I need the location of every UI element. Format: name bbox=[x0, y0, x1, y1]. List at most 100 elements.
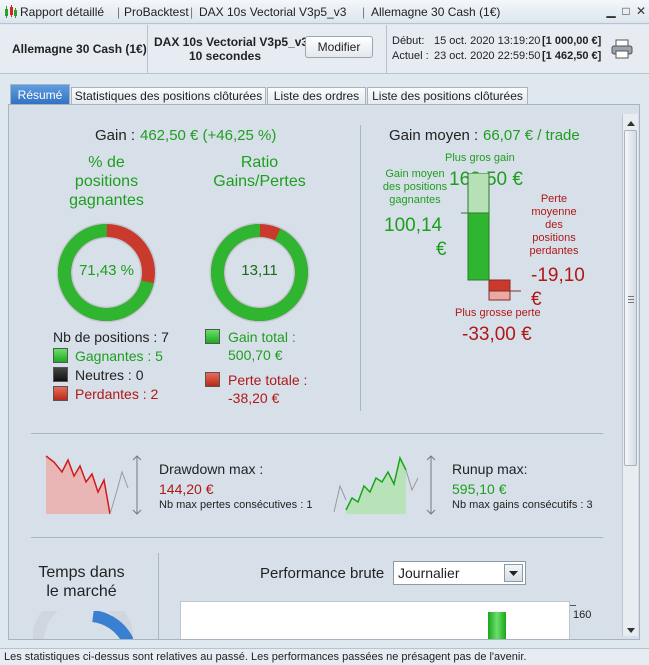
vertical-scrollbar[interactable] bbox=[622, 114, 638, 636]
title-separator: | bbox=[190, 5, 194, 19]
start-value: [1 000,00 €] bbox=[542, 35, 602, 47]
report-header: Allemagne 30 Cash (1€) DAX 10s Vectorial… bbox=[0, 25, 649, 74]
title-separator: | bbox=[117, 5, 121, 19]
tab-closed-positions-stats[interactable]: Statistiques des positions clôturées bbox=[71, 87, 266, 105]
runup-sparkline bbox=[333, 455, 436, 515]
runup-value: 595,10 € bbox=[452, 481, 507, 497]
candlestick-chart-icon bbox=[5, 5, 17, 18]
tab-orders-list[interactable]: Liste des ordres bbox=[267, 87, 366, 105]
market-time-title-line: le marché bbox=[46, 583, 117, 600]
winning-pct-value: 71,43 % bbox=[78, 262, 135, 279]
winning-pct-title-line: positions bbox=[74, 173, 139, 190]
current-value: [1 462,50 €] bbox=[542, 50, 602, 62]
scroll-thumb[interactable] bbox=[624, 130, 637, 466]
avg-loss-label-line: perdantes bbox=[529, 245, 579, 257]
runup-consecutive-gains: Nb max gains consécutifs : 3 bbox=[452, 499, 593, 511]
tab-closed-positions-list[interactable]: Liste des positions clôturées bbox=[367, 87, 528, 105]
avg-win-label: Gain moyen des positions gagnantes bbox=[375, 168, 455, 207]
avg-win-bar bbox=[467, 212, 490, 281]
biggest-loss-value: -33,00 € bbox=[462, 324, 532, 345]
strategy-cell: DAX 10s Vectorial V3p5_v3 10 secondes Mo… bbox=[148, 25, 387, 74]
chevron-down-icon[interactable] bbox=[504, 564, 523, 582]
start-date: 15 oct. 2020 13:19:20 bbox=[434, 35, 541, 47]
scroll-up-icon[interactable] bbox=[626, 116, 635, 126]
avg-loss-value: -19,10 bbox=[531, 265, 585, 286]
losers-count: Perdantes : 2 bbox=[75, 386, 159, 402]
maximize-icon[interactable]: □ bbox=[619, 4, 633, 18]
neutral-count: Neutres : 0 bbox=[75, 367, 144, 383]
strategy-timeframe: 10 secondes bbox=[188, 49, 262, 63]
total-loss-label: Perte totale : bbox=[228, 372, 308, 388]
title-segment-report: Rapport détaillé bbox=[20, 5, 105, 19]
section-divider bbox=[158, 553, 159, 639]
avg-loss-label-line: positions bbox=[532, 232, 576, 244]
title-separator: | bbox=[362, 5, 366, 19]
ratio-title-line: Gains/Pertes bbox=[213, 173, 306, 190]
scroll-down-icon[interactable] bbox=[626, 622, 635, 633]
current-label: Actuel : bbox=[392, 50, 429, 62]
drawdown-value: 144,20 € bbox=[159, 481, 214, 497]
ratio-value: 13,11 bbox=[241, 262, 278, 279]
tab-bar: Résumé Statistiques des positions clôtur… bbox=[0, 84, 649, 105]
avg-gain-label: Gain moyen : bbox=[389, 127, 479, 144]
winning-pct-title-line: % de bbox=[88, 154, 125, 171]
total-gain-value: 500,70 € bbox=[228, 347, 283, 363]
total-loss-value: -38,20 € bbox=[228, 390, 280, 406]
ratio-title-line: Ratio bbox=[240, 154, 279, 171]
strategy-name: DAX 10s Vectorial V3p5_v3 bbox=[154, 35, 309, 49]
start-label: Début: bbox=[392, 35, 425, 47]
avg-loss-label: Perte moyenne des positions perdantes bbox=[529, 193, 579, 258]
avg-win-label-line: gagnantes bbox=[389, 194, 441, 206]
instrument-cell: Allemagne 30 Cash (1€) bbox=[0, 25, 148, 74]
drawdown-consecutive-losses: Nb max pertes consécutives : 1 bbox=[159, 499, 313, 511]
gain-loss-bar-chart bbox=[461, 173, 521, 301]
market-time-title: Temps dans le marché bbox=[29, 563, 134, 601]
section-divider bbox=[31, 433, 603, 434]
runup-label: Runup max: bbox=[452, 461, 528, 477]
printer-icon[interactable] bbox=[611, 39, 633, 59]
avg-gain-value: 66,07 € / trade bbox=[483, 127, 580, 144]
section-divider bbox=[31, 537, 603, 538]
period-cell: Début: 15 oct. 2020 13:19:20 [1 000,00 €… bbox=[387, 25, 649, 74]
status-bar: Les statistiques ci-dessus sont relative… bbox=[0, 648, 649, 665]
performance-label: Performance brute bbox=[260, 565, 385, 582]
winning-pct-title: % de positions gagnantes bbox=[49, 153, 164, 210]
minimize-icon[interactable]: ▁ bbox=[604, 4, 618, 18]
title-segment-probacktest: ProBacktest bbox=[124, 5, 189, 19]
instrument-name: Allemagne 30 Cash (1€) bbox=[12, 42, 147, 56]
tab-summary[interactable]: Résumé bbox=[10, 84, 70, 105]
title-segment-instrument: Allemagne 30 Cash (1€) bbox=[371, 5, 501, 19]
drawdown-sparkline bbox=[45, 455, 142, 515]
close-icon[interactable]: ✕ bbox=[634, 4, 648, 18]
total-loss-legend-square bbox=[205, 372, 220, 387]
avg-loss-label-line: des bbox=[545, 219, 563, 231]
winners-legend-square bbox=[53, 348, 68, 363]
modify-button[interactable]: Modifier bbox=[305, 36, 373, 58]
avg-win-label-line: Gain moyen bbox=[385, 168, 445, 180]
total-gain-label: Gain total : bbox=[228, 329, 296, 345]
summary-panel: Gain : 462,50 € (+46,25 %) % de position… bbox=[8, 104, 640, 640]
avg-win-label-line: des positions bbox=[382, 181, 448, 193]
market-time-donut bbox=[33, 611, 133, 639]
winning-pct-title-line: gagnantes bbox=[69, 192, 144, 209]
drawdown-label: Drawdown max : bbox=[159, 461, 264, 477]
section-divider bbox=[360, 125, 361, 411]
biggest-loss-label: Plus grosse perte bbox=[455, 307, 541, 319]
period-dropdown[interactable]: Journalier bbox=[393, 561, 526, 585]
window-titlebar: Rapport détaillé | ProBacktest | DAX 10s… bbox=[0, 0, 649, 24]
avg-win-currency: € bbox=[436, 239, 447, 260]
axis-tick-mark bbox=[570, 605, 576, 606]
market-time-title-line: Temps dans bbox=[38, 564, 125, 581]
losers-legend-square bbox=[53, 386, 68, 401]
avg-loss-bar bbox=[488, 279, 511, 292]
gain-label: Gain : bbox=[95, 127, 136, 144]
neutral-legend-square bbox=[53, 367, 68, 382]
ratio-title: Ratio Gains/Pertes bbox=[202, 153, 317, 191]
period-dropdown-value: Journalier bbox=[398, 565, 460, 581]
performance-bar bbox=[488, 612, 506, 639]
biggest-gain-label: Plus gros gain bbox=[445, 152, 515, 164]
title-segment-strategy: DAX 10s Vectorial V3p5_v3 bbox=[199, 5, 347, 19]
axis-tick-label: 160 bbox=[573, 609, 592, 621]
avg-loss-label-line: moyenne bbox=[531, 206, 577, 218]
gain-value: 462,50 € (+46,25 %) bbox=[140, 127, 277, 144]
